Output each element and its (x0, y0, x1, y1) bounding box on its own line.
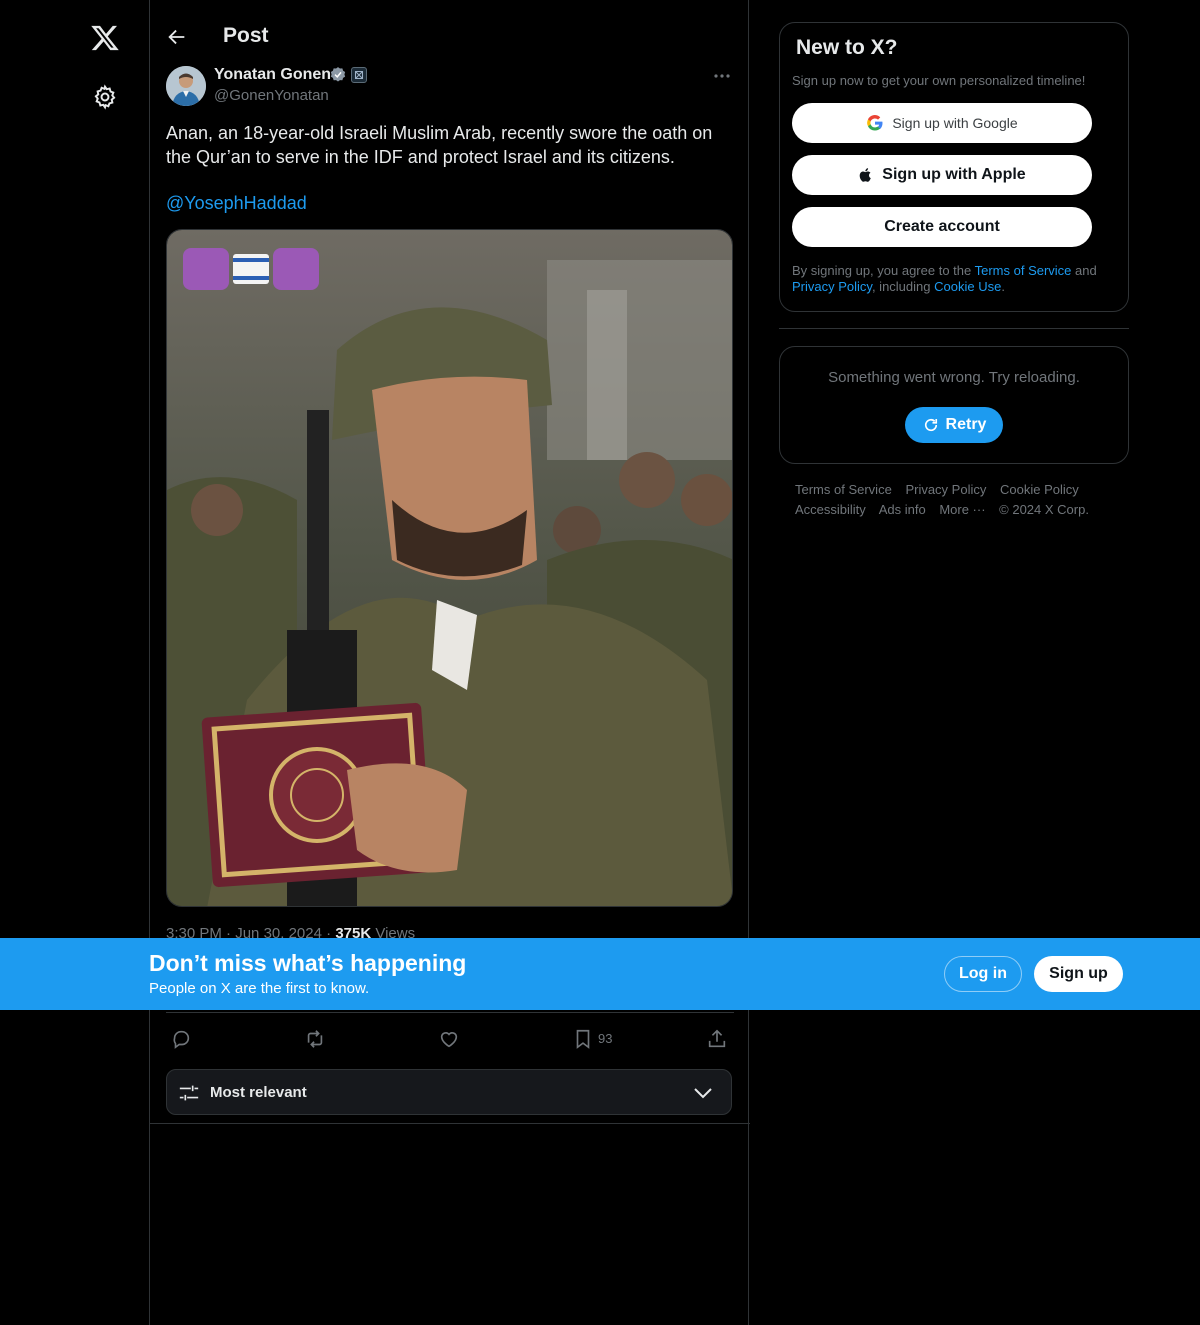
gear-icon[interactable] (92, 84, 118, 110)
divider (779, 328, 1129, 329)
terms-link[interactable]: Terms of Service (975, 263, 1072, 278)
apple-icon (859, 168, 872, 182)
divider (150, 1123, 750, 1124)
sort-sliders-icon (179, 1085, 199, 1101)
legal-prefix: By signing up, you agree to the (792, 263, 975, 278)
footer-copyright: © 2024 X Corp. (999, 502, 1089, 517)
sort-label: Most relevant (210, 1084, 307, 1101)
post-text: Anan, an 18-year-old Israeli Muslim Arab… (166, 123, 713, 167)
bookmark-count: 93 (598, 1031, 613, 1046)
post-image[interactable] (166, 229, 733, 907)
legal-including: , including (871, 279, 935, 294)
verified-badge-icon (330, 67, 346, 82)
avatar[interactable] (166, 66, 206, 106)
signup-subtitle: Sign up now to get your own personalized… (792, 73, 1086, 88)
footer-links: Terms of Service Privacy Policy Cookie P… (795, 480, 1125, 520)
footer-cookie[interactable]: Cookie Policy (1000, 482, 1079, 497)
bookmark-icon[interactable] (572, 1028, 594, 1050)
footer-terms[interactable]: Terms of Service (795, 482, 892, 497)
legal-period: . (1001, 279, 1005, 294)
google-signup-button[interactable]: Sign up with Google (792, 103, 1092, 143)
reply-sort-dropdown[interactable]: Most relevant (166, 1069, 732, 1115)
left-nav (0, 0, 150, 1325)
author-handle[interactable]: @GonenYonatan (214, 87, 329, 104)
footer-more[interactable]: More ··· (939, 502, 985, 517)
create-account-button[interactable]: Create account (792, 207, 1092, 247)
x-logo-icon[interactable] (90, 23, 120, 53)
page-title: Post (223, 24, 269, 47)
author-name[interactable]: Yonatan Gonen (214, 66, 331, 84)
footer-accessibility[interactable]: Accessibility (795, 502, 866, 517)
google-signup-label: Sign up with Google (892, 115, 1018, 131)
retry-icon (924, 418, 937, 432)
signup-title: New to X? (796, 36, 898, 59)
footer-ads-info[interactable]: Ads info (879, 502, 926, 517)
like-icon[interactable] (438, 1028, 460, 1050)
trends-error-card: Something went wrong. Try reloading. Ret… (779, 346, 1129, 464)
repost-icon[interactable] (304, 1028, 326, 1050)
footer-privacy[interactable]: Privacy Policy (905, 482, 986, 497)
banner-title: Don’t miss what’s happening (149, 950, 467, 976)
soldier-photo (167, 230, 732, 906)
more-icon[interactable] (712, 68, 732, 84)
signup-banner: Don’t miss what’s happening People on X … (0, 938, 1200, 1010)
privacy-link[interactable]: Privacy Policy (792, 279, 872, 294)
create-account-label: Create account (884, 218, 1000, 235)
google-icon (867, 115, 883, 131)
retry-button[interactable]: Retry (905, 407, 1003, 443)
divider (166, 1012, 734, 1013)
main-column: Post Yonatan Gonen @GonenYonatan Anan, a… (149, 0, 750, 1325)
back-arrow-icon[interactable] (166, 26, 188, 48)
login-button[interactable]: Log in (944, 956, 1022, 992)
signup-legal-text: By signing up, you agree to the Terms of… (792, 263, 1112, 295)
reply-icon[interactable] (170, 1028, 192, 1050)
apple-signup-label: Sign up with Apple (882, 166, 1026, 183)
apple-signup-button[interactable]: Sign up with Apple (792, 155, 1092, 195)
error-message: Something went wrong. Try reloading. (828, 369, 1080, 386)
legal-and: and (1071, 263, 1097, 278)
share-icon[interactable] (706, 1028, 728, 1050)
banner-subtitle: People on X are the first to know. (149, 980, 370, 997)
top-bar: Post (150, 0, 750, 60)
cookie-link[interactable]: Cookie Use (934, 279, 1001, 294)
signup-card: New to X? Sign up now to get your own pe… (779, 22, 1129, 312)
mention-link[interactable]: @YosephHaddad (166, 193, 307, 214)
chevron-down-icon (694, 1088, 712, 1099)
retry-label: Retry (945, 416, 987, 433)
post-author: Yonatan Gonen @GonenYonatan (166, 64, 734, 108)
page: Post Yonatan Gonen @GonenYonatan Anan, a… (0, 0, 1200, 1325)
post-actions: 93 (166, 1024, 734, 1054)
affiliate-badge-icon[interactable] (351, 67, 367, 83)
signup-button[interactable]: Sign up (1034, 956, 1123, 992)
